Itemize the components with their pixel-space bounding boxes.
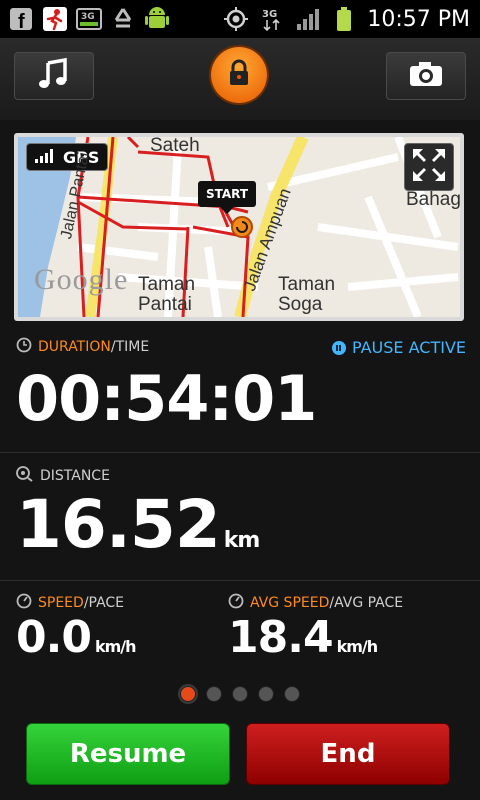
clock-icon bbox=[16, 337, 32, 357]
speed-value: 0.0 bbox=[16, 612, 92, 663]
runner-app-icon bbox=[42, 6, 68, 32]
map-label-taman-pantai: Taman Pantai bbox=[138, 274, 196, 315]
resume-button[interactable]: Resume bbox=[26, 723, 230, 785]
distance-label: DISTANCE bbox=[16, 466, 110, 486]
lock-icon bbox=[226, 58, 252, 92]
music-note-icon bbox=[37, 57, 71, 95]
distance-readout: 16.52 km bbox=[16, 486, 261, 563]
camera-button[interactable] bbox=[386, 52, 466, 100]
duration-value: 00:54:01 bbox=[16, 362, 317, 435]
page-dot-4[interactable] bbox=[258, 686, 274, 702]
facebook-icon: f bbox=[8, 6, 34, 32]
distance-unit: km bbox=[223, 528, 261, 553]
signal-icon bbox=[295, 6, 321, 32]
start-marker-label: START bbox=[198, 181, 257, 214]
svg-text:3G: 3G bbox=[81, 12, 95, 22]
recycle-icon bbox=[110, 6, 136, 32]
map-label-taman-soga: Taman Soga bbox=[278, 274, 336, 315]
pause-icon bbox=[331, 340, 346, 355]
pause-active-toggle[interactable]: PAUSE ACTIVE bbox=[331, 338, 466, 357]
music-button[interactable] bbox=[14, 52, 94, 100]
speed-label-sub: /PACE bbox=[83, 595, 125, 611]
lock-button[interactable] bbox=[211, 47, 267, 103]
svg-text:f: f bbox=[18, 11, 25, 31]
page-dot-5[interactable] bbox=[284, 686, 300, 702]
duration-label: DURATION/TIME bbox=[16, 337, 149, 357]
status-time: 10:57 PM bbox=[367, 6, 470, 32]
divider bbox=[0, 580, 480, 581]
page-dot-3[interactable] bbox=[232, 686, 248, 702]
map-label-sateh: Sateh bbox=[150, 137, 200, 156]
speedometer-icon bbox=[16, 593, 32, 613]
distance-value: 16.52 bbox=[16, 486, 221, 563]
distance-label-text: DISTANCE bbox=[40, 468, 110, 484]
avg-speed-label-main: AVG SPEED bbox=[250, 595, 330, 611]
end-button[interactable]: End bbox=[246, 723, 450, 785]
speed-readout: 0.0 km/h bbox=[16, 612, 136, 663]
status-bar: f 3G 3G 10:57 PM bbox=[0, 0, 480, 38]
page-indicator bbox=[180, 686, 300, 702]
route-map[interactable]: GPS START Sateh Taman Pantai Taman Soga … bbox=[18, 137, 460, 317]
avg-speed-readout: 18.4 km/h bbox=[228, 612, 379, 663]
avg-speed-value: 18.4 bbox=[228, 612, 334, 663]
page-dot-1[interactable] bbox=[180, 686, 196, 702]
expand-map-button[interactable] bbox=[404, 143, 454, 191]
android-icon bbox=[144, 6, 170, 32]
top-toolbar bbox=[0, 38, 480, 120]
map-panel[interactable]: GPS START Sateh Taman Pantai Taman Soga … bbox=[14, 133, 464, 321]
divider bbox=[0, 452, 480, 453]
speedometer-icon bbox=[228, 593, 244, 613]
svg-text:3G: 3G bbox=[262, 9, 277, 20]
gps-badge: GPS bbox=[26, 143, 109, 171]
3g-data-icon: 3G bbox=[76, 6, 102, 32]
duration-label-main: DURATION bbox=[38, 339, 111, 355]
speed-label: SPEED/PACE bbox=[16, 593, 124, 613]
gps-target-icon bbox=[223, 6, 249, 32]
battery-icon bbox=[331, 6, 357, 32]
speed-label-main: SPEED bbox=[38, 595, 84, 611]
pause-active-label: PAUSE ACTIVE bbox=[351, 338, 466, 357]
gps-signal-icon bbox=[35, 148, 57, 167]
distance-icon bbox=[16, 466, 34, 486]
page-dot-2[interactable] bbox=[206, 686, 222, 702]
avg-speed-label: AVG SPEED/AVG PACE bbox=[228, 593, 403, 613]
google-logo: Google bbox=[34, 263, 129, 296]
expand-arrows-icon bbox=[412, 148, 446, 186]
network-3g-icon: 3G bbox=[259, 6, 285, 32]
avg-speed-unit: km/h bbox=[336, 637, 379, 656]
avg-speed-label-sub: /AVG PACE bbox=[329, 595, 404, 611]
camera-icon bbox=[408, 60, 444, 92]
duration-label-sub: /TIME bbox=[110, 339, 150, 355]
speed-unit: km/h bbox=[94, 637, 137, 656]
